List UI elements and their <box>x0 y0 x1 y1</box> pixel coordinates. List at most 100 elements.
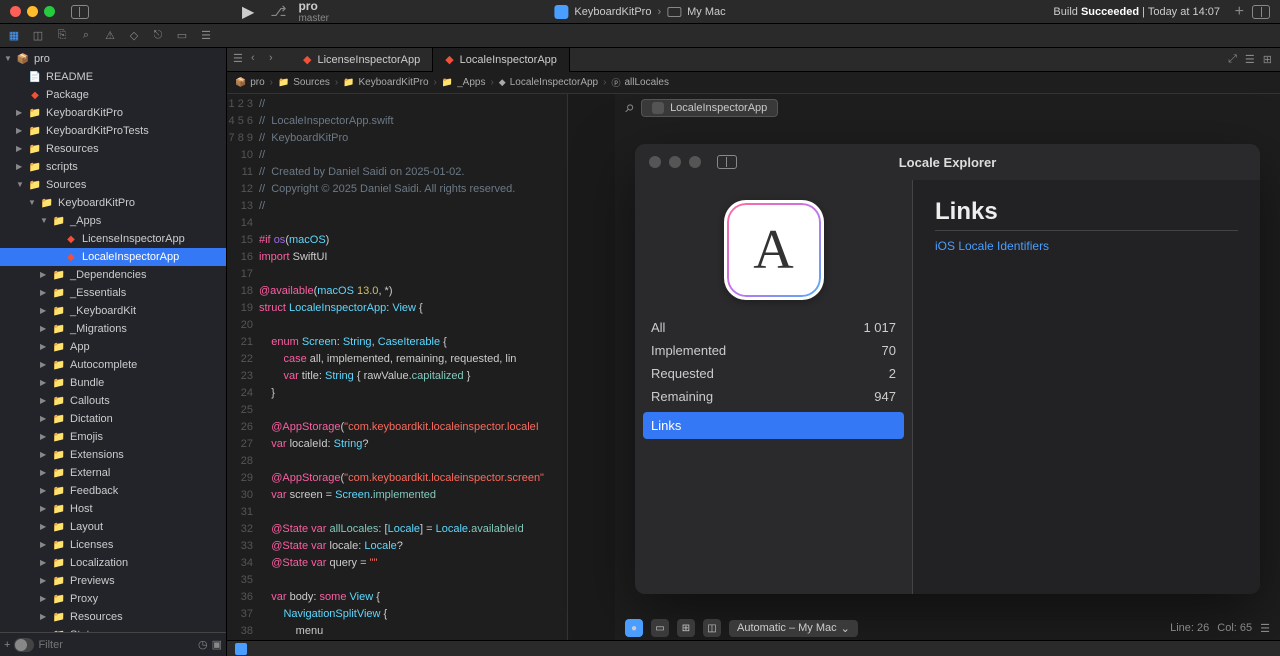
code-content[interactable]: // // LocaleInspectorApp.swift // Keyboa… <box>259 94 567 640</box>
minimap[interactable] <box>567 94 615 640</box>
editor-tabs: ☰ ‹ › ◆LicenseInspectorApp◆LocaleInspect… <box>227 48 1280 72</box>
crumb-_apps[interactable]: 📁_Apps <box>442 77 486 88</box>
nav-item-pro[interactable]: ▼📦pro <box>0 50 226 68</box>
nav-item-resources[interactable]: ▶📁Resources <box>0 140 226 158</box>
crumb-localeinspectorapp[interactable]: ◆LocaleInspectorApp <box>499 77 598 88</box>
stat-remaining[interactable]: Remaining947 <box>649 385 898 408</box>
nav-item-extensions[interactable]: ▶📁Extensions <box>0 446 226 464</box>
scheme-selector[interactable]: KeyboardKitPro › My Mac <box>554 5 725 19</box>
nav-item-_migrations[interactable]: ▶📁_Migrations <box>0 320 226 338</box>
nav-item-_keyboardkit[interactable]: ▶📁_KeyboardKit <box>0 302 226 320</box>
preview-close[interactable] <box>649 156 661 168</box>
nav-item-dictation[interactable]: ▶📁Dictation <box>0 410 226 428</box>
forward-button[interactable]: › <box>269 52 285 68</box>
find-nav-icon[interactable]: ⌕ <box>78 28 94 44</box>
nav-item-proxy[interactable]: ▶📁Proxy <box>0 590 226 608</box>
nav-item-_dependencies[interactable]: ▶📁_Dependencies <box>0 266 226 284</box>
preview-selector[interactable]: LocaleInspectorApp <box>641 99 778 117</box>
breakpoint-nav-icon[interactable]: ▭ <box>174 28 190 44</box>
toggle-navigator-icon[interactable] <box>71 5 89 19</box>
preview-minimize[interactable] <box>669 156 681 168</box>
selectable-preview-button[interactable]: ▭ <box>651 619 669 637</box>
device-settings-button[interactable]: ◫ <box>703 619 721 637</box>
project-info[interactable]: pro master <box>298 0 329 24</box>
nav-item-scripts[interactable]: ▶📁scripts <box>0 158 226 176</box>
nav-item-package[interactable]: ◆Package <box>0 86 226 104</box>
preview-name: LocaleInspectorApp <box>670 102 767 114</box>
preview-zoom[interactable] <box>689 156 701 168</box>
run-button[interactable]: ▶ <box>242 2 254 22</box>
debug-nav-icon[interactable]: ⎋ <box>150 28 166 44</box>
project-nav-icon[interactable]: ▦ <box>6 28 22 44</box>
assistant-icon[interactable]: ⊞ <box>1263 53 1272 66</box>
nav-item-keyboardkitpro[interactable]: ▼📁KeyboardKitPro <box>0 194 226 212</box>
editor-menu-icon[interactable]: ☰ <box>1260 622 1270 635</box>
zoom-window[interactable] <box>44 6 55 17</box>
crumb-alllocales[interactable]: ⓟallLocales <box>611 76 669 89</box>
live-preview-button[interactable]: ● <box>625 619 643 637</box>
crumb-sources[interactable]: 📁Sources <box>278 77 330 88</box>
nav-item-bundle[interactable]: ▶📁Bundle <box>0 374 226 392</box>
nav-item-resources[interactable]: ▶📁Resources <box>0 608 226 626</box>
stat-implemented[interactable]: Implemented70 <box>649 339 898 362</box>
preview-device-dropdown[interactable]: Automatic – My Mac ⌄ <box>729 620 858 637</box>
variants-button[interactable]: ⊞ <box>677 619 695 637</box>
nav-item-sources[interactable]: ▼📁Sources <box>0 176 226 194</box>
close-window[interactable] <box>10 6 21 17</box>
adjust-editor-icon[interactable]: ⤢ <box>1228 53 1237 66</box>
report-nav-icon[interactable]: ☰ <box>198 28 214 44</box>
crumb-keyboardkitpro[interactable]: 📁KeyboardKitPro <box>343 77 428 88</box>
filter-scope-toggle[interactable] <box>14 638 34 652</box>
nav-item-layout[interactable]: ▶📁Layout <box>0 518 226 536</box>
nav-item-previews[interactable]: ▶📁Previews <box>0 572 226 590</box>
code-editor[interactable]: 1 2 3 4 5 6 7 8 9 10 11 12 13 14 15 16 1… <box>227 94 567 640</box>
nav-item-licenseinspectorapp[interactable]: ◆LicenseInspectorApp <box>0 230 226 248</box>
editor-options-icon[interactable]: ☰ <box>1245 53 1255 66</box>
nav-item-readme[interactable]: 📄README <box>0 68 226 86</box>
nav-item-app[interactable]: ▶📁App <box>0 338 226 356</box>
tab-localeinspectorapp[interactable]: ◆LocaleInspectorApp <box>433 48 570 72</box>
build-label: Build <box>1053 6 1077 18</box>
stat-requested[interactable]: Requested2 <box>649 362 898 385</box>
related-items-icon[interactable]: ☰ <box>233 52 249 68</box>
nav-item-autocomplete[interactable]: ▶📁Autocomplete <box>0 356 226 374</box>
navigator-toolbar: ▦ ◫ ⎘ ⌕ ⚠ ◇ ⎋ ▭ ☰ <box>0 24 1280 48</box>
sidebar-item-links[interactable]: Links <box>643 412 904 439</box>
file-tree[interactable]: ▼📦pro📄README◆Package▶📁KeyboardKitPro▶📁Ke… <box>0 48 226 632</box>
nav-item-feedback[interactable]: ▶📁Feedback <box>0 482 226 500</box>
nav-item-keyboardkitprotests[interactable]: ▶📁KeyboardKitProTests <box>0 122 226 140</box>
nav-item-_essentials[interactable]: ▶📁_Essentials <box>0 284 226 302</box>
jump-bar[interactable]: 📦pro›📁Sources›📁KeyboardKitPro›📁_Apps›◆Lo… <box>227 72 1280 94</box>
scm-filter-icon[interactable]: ▣ <box>212 638 222 651</box>
preview-window[interactable]: Locale Explorer A All1 017Implemented70R… <box>635 144 1260 594</box>
preview-titlebar: Locale Explorer <box>635 144 1260 180</box>
test-nav-icon[interactable]: ◇ <box>126 28 142 44</box>
nav-item-emojis[interactable]: ▶📁Emojis <box>0 428 226 446</box>
nav-item-host[interactable]: ▶📁Host <box>0 500 226 518</box>
nav-item-localeinspectorapp[interactable]: ◆LocaleInspectorApp <box>0 248 226 266</box>
nav-item-external[interactable]: ▶📁External <box>0 464 226 482</box>
link-ios-locale[interactable]: iOS Locale Identifiers <box>935 239 1238 253</box>
add-files-icon[interactable]: + <box>4 639 10 651</box>
filter-input[interactable] <box>38 639 194 651</box>
recent-filter-icon[interactable]: ◷ <box>198 638 208 651</box>
bookmark-nav-icon[interactable]: ⎘ <box>54 28 70 44</box>
toggle-inspector-icon[interactable] <box>1252 5 1270 19</box>
debug-bar-button[interactable] <box>235 643 247 655</box>
crumb-pro[interactable]: 📦pro <box>235 77 265 88</box>
pin-icon[interactable]: ⚲ <box>622 101 637 116</box>
nav-item-licenses[interactable]: ▶📁Licenses <box>0 536 226 554</box>
nav-item-_apps[interactable]: ▼📁_Apps <box>0 212 226 230</box>
nav-item-keyboardkitpro[interactable]: ▶📁KeyboardKitPro <box>0 104 226 122</box>
source-control-nav-icon[interactable]: ◫ <box>30 28 46 44</box>
build-status[interactable]: Build Succeeded | Today at 14:07 <box>1053 6 1220 18</box>
back-button[interactable]: ‹ <box>251 52 267 68</box>
tab-licenseinspectorapp[interactable]: ◆LicenseInspectorApp <box>291 48 433 72</box>
nav-item-localization[interactable]: ▶📁Localization <box>0 554 226 572</box>
preview-sidebar-toggle-icon[interactable] <box>717 155 737 169</box>
add-editor-button[interactable]: + <box>1235 3 1244 21</box>
issue-nav-icon[interactable]: ⚠ <box>102 28 118 44</box>
nav-item-callouts[interactable]: ▶📁Callouts <box>0 392 226 410</box>
minimize-window[interactable] <box>27 6 38 17</box>
stat-all[interactable]: All1 017 <box>649 316 898 339</box>
